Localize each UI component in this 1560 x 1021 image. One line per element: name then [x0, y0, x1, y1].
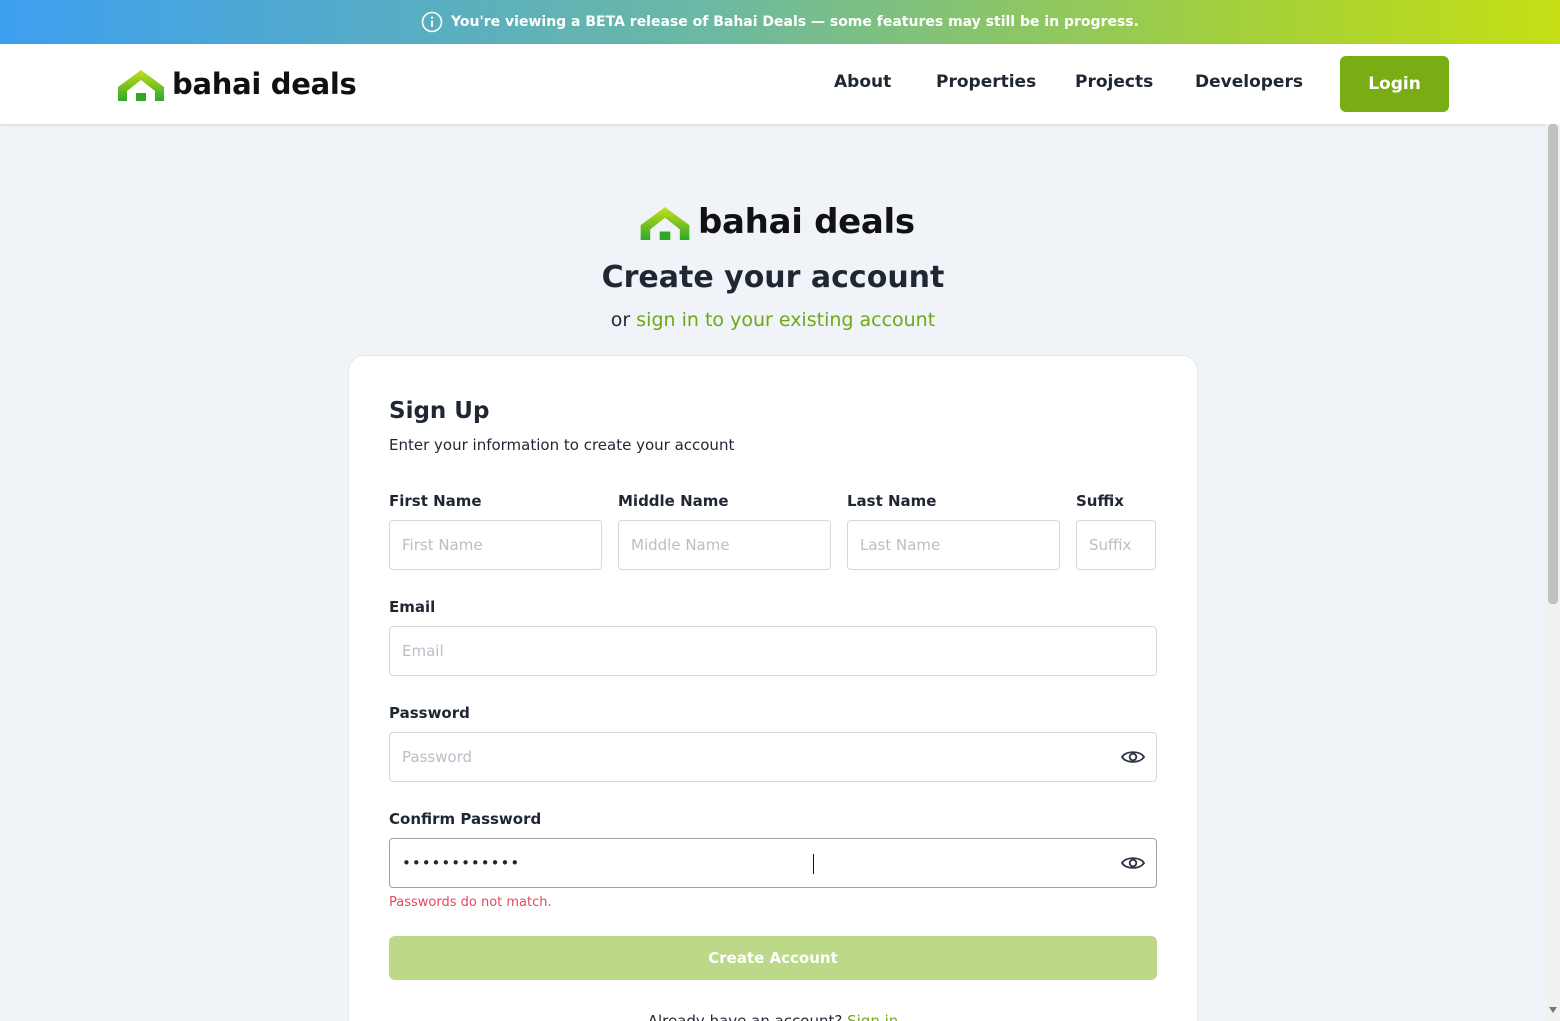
- password-input[interactable]: [389, 732, 1157, 782]
- confirm-password-label: Confirm Password: [389, 810, 542, 828]
- page-title: Create your account: [601, 260, 945, 295]
- email-label: Email: [389, 598, 436, 616]
- nav-link-about[interactable]: About: [834, 72, 891, 92]
- hero-logo: bahai deals: [638, 202, 915, 242]
- middle-name-label: Middle Name: [618, 492, 729, 510]
- signup-card: Sign Up Enter your information to create…: [348, 355, 1198, 1021]
- hero-brand-name: bahai deals: [698, 202, 915, 242]
- scroll-down-arrow-icon[interactable]: [1549, 1006, 1557, 1014]
- last-name-label: Last Name: [847, 492, 937, 510]
- house-logo-icon: [640, 207, 690, 240]
- beta-banner-text: You're viewing a BETA release of Bahai D…: [451, 14, 1139, 30]
- email-input[interactable]: [389, 626, 1157, 676]
- info-icon: [421, 11, 443, 33]
- brand-name: bahai deals: [172, 67, 357, 101]
- password-label: Password: [389, 704, 470, 722]
- card-title: Sign Up: [389, 398, 490, 424]
- sign-in-link[interactable]: sign in to your existing account: [636, 309, 935, 331]
- middle-name-input[interactable]: [618, 520, 831, 570]
- scrollbar-thumb[interactable]: [1548, 124, 1558, 604]
- nav-link-properties[interactable]: Properties: [936, 72, 1036, 92]
- login-button[interactable]: Login: [1340, 56, 1449, 112]
- suffix-input[interactable]: [1076, 520, 1156, 570]
- nav-link-developers[interactable]: Developers: [1195, 72, 1303, 92]
- beta-banner: You're viewing a BETA release of Bahai D…: [0, 0, 1560, 44]
- suffix-label: Suffix: [1076, 492, 1124, 510]
- page-subtitle: or sign in to your existing account: [0, 309, 1546, 331]
- show-password-eye-icon[interactable]: [1120, 744, 1146, 770]
- last-name-input[interactable]: [847, 520, 1060, 570]
- create-account-button[interactable]: Create Account: [389, 936, 1157, 980]
- nav-link-projects[interactable]: Projects: [1075, 72, 1153, 92]
- subtitle-prefix: or: [610, 309, 637, 331]
- navbar: bahai deals About Properties Projects De…: [0, 44, 1560, 124]
- text-cursor: [813, 854, 814, 874]
- nav-logo[interactable]: bahai deals: [116, 66, 357, 102]
- show-confirm-password-eye-icon[interactable]: [1120, 850, 1146, 876]
- first-name-input[interactable]: [389, 520, 602, 570]
- password-mismatch-error: Passwords do not match.: [389, 895, 552, 910]
- card-description: Enter your information to create your ac…: [389, 436, 735, 454]
- house-logo-icon: [118, 70, 164, 101]
- footer-sign-in-link[interactable]: Sign in: [847, 1012, 898, 1021]
- first-name-label: First Name: [389, 492, 482, 510]
- confirm-password-input[interactable]: [389, 838, 1157, 888]
- signin-footer-prefix: Already have an account?: [647, 1012, 848, 1021]
- signin-footer: Already have an account? Sign in: [349, 1012, 1197, 1021]
